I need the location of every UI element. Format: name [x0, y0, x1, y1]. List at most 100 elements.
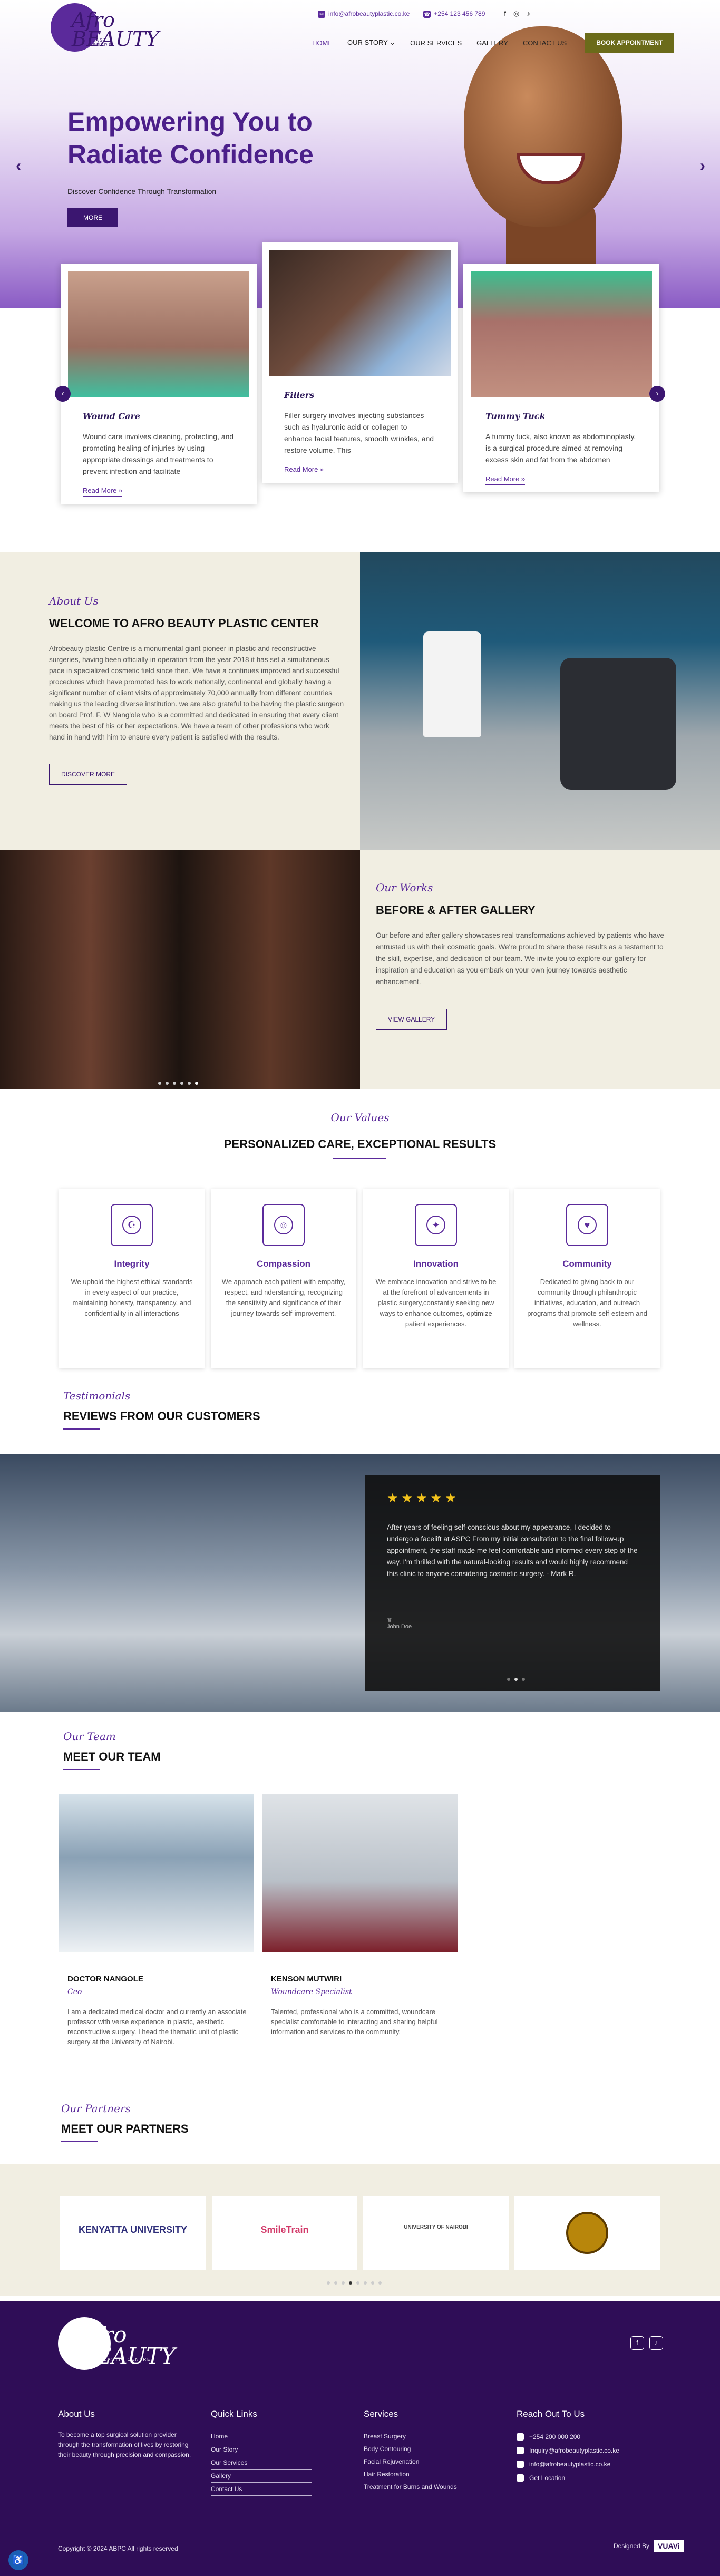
partner-dot[interactable] [349, 2281, 352, 2285]
facebook-icon[interactable]: f [504, 9, 506, 18]
gallery-dot[interactable] [188, 1082, 191, 1085]
partner-dot[interactable] [356, 2281, 359, 2285]
clinic-room-chair [560, 658, 676, 790]
nav-home[interactable]: HOME [312, 39, 333, 47]
gallery-dot[interactable] [180, 1082, 183, 1085]
gallery-dot[interactable] [195, 1082, 198, 1085]
footer-service-link[interactable]: Body Contouring [364, 2443, 457, 2455]
values-title: PERSONALIZED CARE, EXCEPTIONAL RESULTS [223, 1138, 497, 1151]
partner-dot[interactable] [364, 2281, 367, 2285]
footer-service-link[interactable]: Breast Surgery [364, 2430, 457, 2443]
partners-tag: Our Partners [61, 2102, 131, 2115]
service-card-tummy-tuck[interactable]: Tummy Tuck A tummy tuck, also known as a… [463, 264, 659, 492]
review-dot[interactable] [507, 1678, 510, 1681]
services-prev-icon[interactable]: ‹ [55, 386, 71, 402]
before-after-image [0, 850, 360, 1089]
services-next-icon[interactable]: › [649, 386, 665, 402]
value-description: We approach each patient with empathy, r… [221, 1278, 346, 1317]
nav-gallery[interactable]: GALLERY [476, 39, 508, 47]
gallery-tag: Our Works [376, 881, 433, 894]
partner-dot[interactable] [371, 2281, 374, 2285]
discover-more-button[interactable]: DISCOVER MORE [49, 764, 128, 785]
value-description: We uphold the highest ethical standards … [71, 1278, 193, 1317]
footer-link-gallery[interactable]: Gallery [211, 2470, 312, 2483]
email-icon [517, 2447, 524, 2454]
service-image [269, 250, 451, 376]
moon-star-icon: ☪ [111, 1204, 153, 1246]
read-more-link[interactable]: Read More » [485, 475, 526, 485]
partner-dot[interactable] [342, 2281, 345, 2285]
review-dot[interactable] [522, 1678, 525, 1681]
review-dot[interactable] [514, 1678, 518, 1681]
gallery-dot[interactable] [166, 1082, 169, 1085]
footer-phone[interactable]: +254 200 000 200 [517, 2430, 619, 2444]
tiktok-icon[interactable]: ♪ [527, 9, 530, 18]
top-email[interactable]: ✉ info@afrobeautyplastic.co.ke [318, 10, 410, 18]
nav-our-services[interactable]: OUR SERVICES [410, 39, 462, 47]
instagram-icon[interactable]: ◎ [513, 9, 519, 18]
email-icon: ✉ [318, 10, 325, 18]
hero-prev-arrow-icon[interactable]: ‹ [11, 158, 26, 174]
read-more-link[interactable]: Read More » [284, 465, 324, 475]
accessibility-icon[interactable]: ♿ [8, 2550, 28, 2570]
reviews-header: Testimonials REVIEWS FROM OUR CUSTOMERS [63, 1389, 260, 1430]
footer-service-link[interactable]: Treatment for Burns and Wounds [364, 2481, 457, 2493]
top-email-text: info@afrobeautyplastic.co.ke [328, 9, 410, 17]
partner-logo-kenyatta[interactable]: KENYATTA UNIVERSITY [60, 2196, 206, 2270]
team-member-card: KENSON MUTWIRI Woundcare Specialist Tale… [262, 1794, 458, 2037]
service-title: Fillers [284, 390, 315, 400]
team-member-photo [59, 1794, 254, 1952]
email-icon [517, 2461, 524, 2468]
head-icon: ☺ [262, 1204, 305, 1246]
footer-service-link[interactable]: Hair Restoration [364, 2468, 457, 2481]
footer-about-title: About Us [58, 2409, 95, 2419]
designer-credit[interactable]: Designed By VUAVi [614, 2540, 684, 2552]
service-image [68, 271, 249, 397]
footer-services-title: Services [364, 2409, 398, 2419]
hero-next-arrow-icon[interactable]: › [695, 158, 711, 174]
hand-heart-icon: ♥ [566, 1204, 608, 1246]
gallery-dot[interactable] [158, 1082, 161, 1085]
review-text: After years of feeling self-conscious ab… [387, 1523, 638, 1578]
about-title: WELCOME TO AFRO BEAUTY PLASTIC CENTER [49, 617, 319, 630]
service-image [471, 271, 652, 397]
partner-logo-seal[interactable] [514, 2196, 660, 2270]
read-more-link[interactable]: Read More » [83, 487, 123, 497]
tiktok-icon[interactable]: ♪ [649, 2336, 663, 2350]
footer-link-home[interactable]: Home [211, 2430, 312, 2443]
team-section: Our Team MEET OUR TEAM DOCTOR NANGOLE Ce… [0, 1722, 720, 2101]
partner-dot[interactable] [378, 2281, 382, 2285]
about-text: Afrobeauty plastic Centre is a monumenta… [49, 645, 344, 741]
footer-location[interactable]: Get Location [517, 2471, 619, 2485]
footer-link-our-services[interactable]: Our Services [211, 2456, 312, 2470]
facebook-icon[interactable]: f [630, 2336, 644, 2350]
partner-logo-uon[interactable]: UNIVERSITY OF NAIROBI [363, 2196, 509, 2270]
footer-service-link[interactable]: Facial Rejuvenation [364, 2455, 457, 2468]
service-card-fillers[interactable]: Fillers Filler surgery involves injectin… [262, 242, 458, 483]
partner-label: KENYATTA UNIVERSITY [78, 2224, 188, 2235]
partner-dot[interactable] [327, 2281, 330, 2285]
footer-logo[interactable]: Afro BEAUTY PLASTIC CENTRE [58, 2317, 176, 2370]
about-tag: About Us [49, 595, 99, 607]
about-section: About Us WELCOME TO AFRO BEAUTY PLASTIC … [0, 552, 720, 850]
service-card-wound-care[interactable]: Wound Care Wound care involves cleaning,… [61, 264, 257, 504]
logo-subtext: PLASTIC CENTRE [89, 38, 114, 47]
gallery-section: Our Works BEFORE & AFTER GALLERY Our bef… [0, 850, 720, 1089]
footer-inquiry-email[interactable]: Inquiry@afrobeautyplastic.co.ke [517, 2444, 619, 2457]
gallery-text: Our before and after gallery showcases r… [376, 931, 665, 986]
hero-more-button[interactable]: MORE [67, 208, 118, 227]
team-member-role: Woundcare Specialist [271, 1988, 352, 1996]
top-phone[interactable]: ☎ +254 123 456 789 [423, 10, 485, 18]
footer-info-email[interactable]: info@afrobeautyplastic.co.ke [517, 2457, 619, 2471]
gallery-dot[interactable] [173, 1082, 176, 1085]
book-appointment-button[interactable]: BOOK APPOINTMENT [585, 33, 675, 53]
team-member-bio: Talented, professional who is a committe… [271, 2008, 438, 2036]
partner-logo-smiletrain[interactable]: SmileTrain [212, 2196, 357, 2270]
view-gallery-button[interactable]: VIEW GALLERY [376, 1009, 447, 1030]
footer-link-our-story[interactable]: Our Story [211, 2443, 312, 2456]
nav-our-story[interactable]: OUR STORY ⌄ [347, 38, 395, 47]
site-logo[interactable]: Afro BEAUTY PLASTIC CENTRE [51, 3, 159, 52]
partner-dot[interactable] [334, 2281, 337, 2285]
footer-link-contact[interactable]: Contact Us [211, 2483, 312, 2496]
nav-contact[interactable]: CONTACT US [523, 39, 567, 47]
